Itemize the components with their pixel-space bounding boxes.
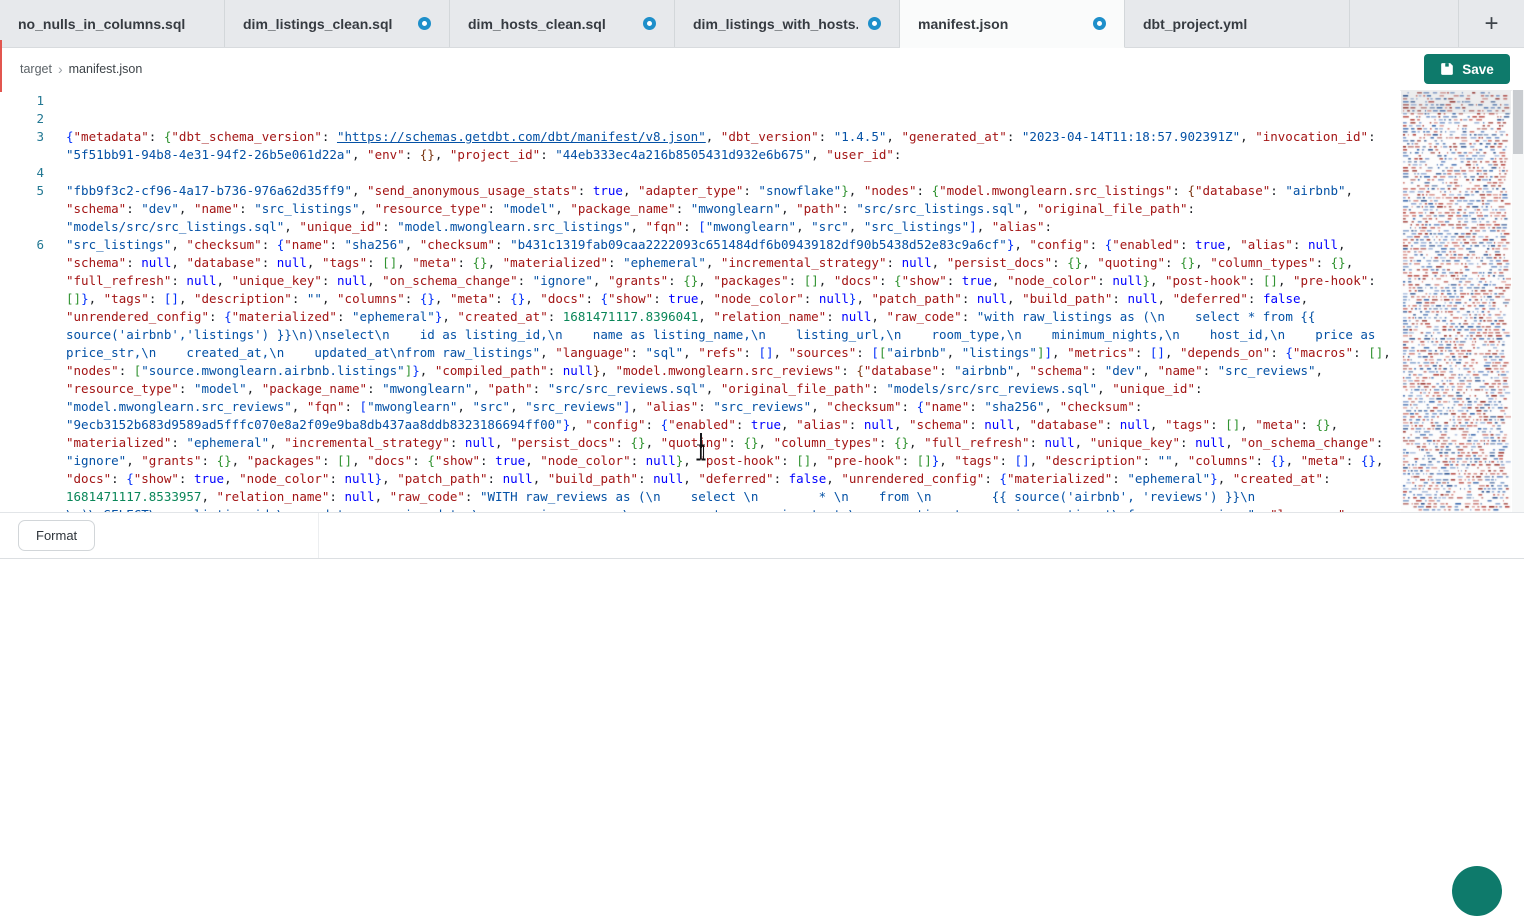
- window-edge-artifact: [0, 40, 2, 92]
- mouse-cursor-ibeam: [695, 444, 707, 466]
- tab-dim-listings-with-hosts-sql[interactable]: dim_listings_with_hosts.sql: [675, 0, 900, 47]
- tab-manifest-json[interactable]: manifest.json: [900, 0, 1125, 48]
- tab-label: manifest.json: [918, 16, 1008, 32]
- line-number: 2: [0, 110, 44, 128]
- chevron-right-icon: ›: [58, 63, 63, 75]
- vertical-scrollbar-thumb[interactable]: [1513, 90, 1523, 154]
- code-text[interactable]: [66, 110, 1392, 128]
- minimap-viewport-slider[interactable]: [1401, 90, 1511, 114]
- help-fab[interactable]: [1452, 866, 1502, 916]
- tab-dim-listings-clean-sql[interactable]: dim_listings_clean.sql: [225, 0, 450, 47]
- tab-label: dim_listings_clean.sql: [243, 16, 392, 32]
- code-line: 3 {"metadata": {"dbt_schema_version": "ht…: [0, 128, 1400, 164]
- code-text[interactable]: [66, 92, 1392, 110]
- save-button-label: Save: [1462, 62, 1494, 77]
- tab-label: dim_hosts_clean.sql: [468, 16, 606, 32]
- modified-indicator-icon[interactable]: [868, 17, 881, 30]
- panel-divider: [318, 513, 319, 558]
- new-tab-button[interactable]: +: [1458, 0, 1524, 47]
- tab-no-nulls-in-columns-sql[interactable]: no_nulls_in_columns.sql: [0, 0, 225, 47]
- breadcrumb-bar: target › manifest.json Save: [0, 48, 1524, 91]
- modified-indicator-icon[interactable]: [1093, 17, 1106, 30]
- minimap-render: [1401, 90, 1511, 512]
- bottom-panel: Format: [0, 512, 1524, 559]
- line-number: 3: [0, 128, 44, 146]
- format-button[interactable]: Format: [18, 520, 95, 551]
- breadcrumb-file[interactable]: manifest.json: [69, 62, 143, 76]
- code-line: 2: [0, 110, 1400, 128]
- tab-dbt-project-yml[interactable]: dbt_project.yml: [1125, 0, 1350, 47]
- plus-icon: +: [1484, 10, 1498, 38]
- tab-label: no_nulls_in_columns.sql: [18, 16, 185, 32]
- tab-label: dbt_project.yml: [1143, 16, 1247, 32]
- code-text[interactable]: {"metadata": {"dbt_schema_version": "htt…: [66, 128, 1392, 164]
- breadcrumb: target › manifest.json: [20, 62, 142, 76]
- line-number: 6: [0, 236, 44, 254]
- breadcrumb-folder[interactable]: target: [20, 62, 52, 76]
- modified-indicator-icon[interactable]: [643, 17, 656, 30]
- line-number: 5: [0, 182, 44, 200]
- code-line: 6 "src_listings", "checksum": {"name": "s…: [0, 236, 1400, 512]
- tab-bar: no_nulls_in_columns.sql dim_listings_clea…: [0, 0, 1524, 48]
- vertical-scrollbar-track[interactable]: [1512, 90, 1524, 512]
- code-text[interactable]: "src_listings", "checksum": {"name": "sh…: [66, 236, 1392, 512]
- code-text[interactable]: "fbb9f3c2-cf96-4a17-b736-976a62d35ff9", …: [66, 182, 1392, 236]
- floppy-disk-icon: [1440, 62, 1454, 76]
- code-text[interactable]: [66, 164, 1392, 182]
- code-line: 5 "fbb9f3c2-cf96-4a17-b736-976a62d35ff9",…: [0, 182, 1400, 236]
- line-number: 4: [0, 164, 44, 182]
- save-button[interactable]: Save: [1424, 54, 1510, 84]
- minimap[interactable]: [1401, 90, 1511, 512]
- tab-dim-hosts-clean-sql[interactable]: dim_hosts_clean.sql: [450, 0, 675, 47]
- code-line: 4: [0, 164, 1400, 182]
- tab-label: dim_listings_with_hosts.sql: [693, 16, 858, 32]
- code-line: 1: [0, 92, 1400, 110]
- modified-indicator-icon[interactable]: [418, 17, 431, 30]
- line-number: 1: [0, 92, 44, 110]
